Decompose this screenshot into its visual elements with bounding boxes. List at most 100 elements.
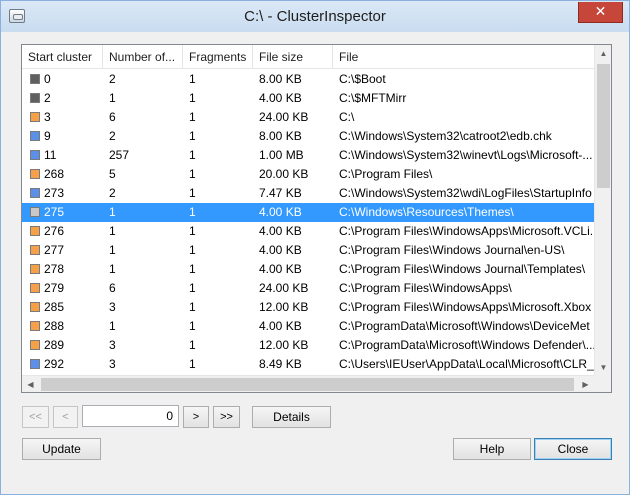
cell-fragments: 1 xyxy=(189,205,196,219)
cell-file: C:\Program Files\Windows Journal\en-US\ xyxy=(339,243,565,257)
cell-number-of: 3 xyxy=(109,357,116,371)
first-page-button[interactable]: << xyxy=(22,406,49,428)
next-page-button[interactable]: > xyxy=(183,406,209,428)
vertical-scrollbar[interactable]: ▲ ▼ xyxy=(594,45,611,376)
cell-number-of: 1 xyxy=(109,243,116,257)
cell-start-cluster: 11 xyxy=(44,148,57,162)
cell-start-cluster: 292 xyxy=(44,357,65,371)
cell-file: C:\Program Files\ xyxy=(339,167,433,181)
cell-number-of: 2 xyxy=(109,129,116,143)
column-header-fragments[interactable]: Fragments xyxy=(183,45,253,69)
cell-start-cluster: 2 xyxy=(44,91,51,105)
cell-number-of: 6 xyxy=(109,281,116,295)
cell-number-of: 1 xyxy=(109,319,116,333)
table-row[interactable]: 11 257 1 1.00 MB C:\Windows\System32\winevt\… xyxy=(22,146,594,165)
cell-fragments: 1 xyxy=(189,319,196,333)
cell-file-size: 4.00 KB xyxy=(259,319,302,333)
cell-start-cluster: 289 xyxy=(44,338,65,352)
cell-number-of: 6 xyxy=(109,110,116,124)
table-row[interactable]: 0 2 1 8.00 KB C:\$Boot xyxy=(22,70,594,89)
cell-file: C:\Program Files\WindowsApps\Microsoft.X… xyxy=(339,300,592,314)
cell-file: C:\Windows\System32\catroot2\edb.chk xyxy=(339,129,552,143)
horizontal-scroll-thumb[interactable] xyxy=(41,378,574,391)
cell-file-size: 24.00 KB xyxy=(259,110,309,124)
table-row[interactable]: 2 1 1 4.00 KB C:\$MFTMirr xyxy=(22,89,594,108)
table-row[interactable]: 277 1 1 4.00 KB C:\Program Files\Windows Jou… xyxy=(22,241,594,260)
cluster-list[interactable]: Start cluster Number of... Fragments Fil… xyxy=(21,44,612,393)
table-row[interactable]: 9 2 1 8.00 KB C:\Windows\System32\catroot2\e… xyxy=(22,127,594,146)
table-row[interactable]: 289 3 1 12.00 KB C:\ProgramData\Microsoft\Wi… xyxy=(22,336,594,355)
cell-start-cluster: 3 xyxy=(44,110,51,124)
cell-number-of: 2 xyxy=(109,186,116,200)
cell-file: C:\Program Files\WindowsApps\Microsoft.V… xyxy=(339,224,594,238)
vertical-scroll-thumb[interactable] xyxy=(597,64,610,188)
scroll-up-icon[interactable]: ▲ xyxy=(595,45,611,62)
scroll-left-icon[interactable]: ◀ xyxy=(22,376,39,392)
cell-file-size: 4.00 KB xyxy=(259,91,302,105)
cell-fragments: 1 xyxy=(189,148,196,162)
cell-file: C:\$MFTMirr xyxy=(339,91,407,105)
table-row[interactable]: 279 6 1 24.00 KB C:\Program Files\WindowsApp… xyxy=(22,279,594,298)
cell-fragments: 1 xyxy=(189,224,196,238)
cluster-inspector-window: C:\ - ClusterInspector ✕ Start cluster N… xyxy=(0,0,630,495)
update-button[interactable]: Update xyxy=(22,438,101,460)
cell-file: C:\Users\IEUser\AppData\Local\Microsoft\… xyxy=(339,357,594,371)
cell-file-size: 4.00 KB xyxy=(259,243,302,257)
cell-number-of: 1 xyxy=(109,91,116,105)
cell-number-of: 1 xyxy=(109,205,116,219)
table-row[interactable]: 292 3 1 8.49 KB C:\Users\IEUser\AppData\Loca… xyxy=(22,355,594,374)
cell-file: C:\Program Files\Windows Journal\Templat… xyxy=(339,262,586,276)
cell-file-size: 4.00 KB xyxy=(259,224,302,238)
help-button[interactable]: Help xyxy=(453,438,531,460)
cell-fragments: 1 xyxy=(189,72,196,86)
cell-fragments: 1 xyxy=(189,167,196,181)
scroll-down-icon[interactable]: ▼ xyxy=(595,359,611,376)
table-row[interactable]: 273 2 1 7.47 KB C:\Windows\System32\wdi\LogF… xyxy=(22,184,594,203)
cell-fragments: 1 xyxy=(189,91,196,105)
details-button[interactable]: Details xyxy=(252,406,331,428)
cell-file: C:\ProgramData\Microsoft\Windows Defende… xyxy=(339,338,594,352)
cell-number-of: 3 xyxy=(109,300,116,314)
column-header-file-size[interactable]: File size xyxy=(253,45,333,69)
cell-start-cluster: 285 xyxy=(44,300,65,314)
cell-file: C:\$Boot xyxy=(339,72,386,86)
window-title: C:\ - ClusterInspector xyxy=(244,8,386,25)
cell-start-cluster: 275 xyxy=(44,205,65,219)
prev-page-button[interactable]: < xyxy=(53,406,78,428)
close-button[interactable]: Close xyxy=(534,438,612,460)
cell-start-cluster: 268 xyxy=(44,167,65,181)
title-bar[interactable]: C:\ - ClusterInspector ✕ xyxy=(1,1,629,32)
cell-file: C:\Program Files\WindowsApps\ xyxy=(339,281,512,295)
cell-start-cluster: 273 xyxy=(44,186,65,200)
table-row[interactable]: 275 1 1 4.00 KB C:\Windows\Resources\Themes\ xyxy=(22,203,594,222)
cell-file: C:\Windows\System32\winevt\Logs\Microsof… xyxy=(339,148,593,162)
column-header-start-cluster[interactable]: Start cluster xyxy=(22,45,103,69)
column-header-number-of[interactable]: Number of... xyxy=(103,45,183,69)
table-row[interactable]: 288 1 1 4.00 KB C:\ProgramData\Microsoft\Win… xyxy=(22,317,594,336)
table-row[interactable]: 276 1 1 4.00 KB C:\Program Files\WindowsApps… xyxy=(22,222,594,241)
cell-fragments: 1 xyxy=(189,281,196,295)
cell-file-size: 8.00 KB xyxy=(259,72,302,86)
list-header: Start cluster Number of... Fragments Fil… xyxy=(22,45,594,69)
cell-file: C:\ xyxy=(339,110,355,124)
window-close-button[interactable]: ✕ xyxy=(578,2,623,23)
table-row[interactable]: 278 1 1 4.00 KB C:\Program Files\Windows Jou… xyxy=(22,260,594,279)
scroll-right-icon[interactable]: ▶ xyxy=(577,376,594,392)
cell-file: C:\ProgramData\Microsoft\Windows\DeviceM… xyxy=(339,319,590,333)
cell-file: C:\Windows\System32\wdi\LogFiles\Startup… xyxy=(339,186,592,200)
cell-start-cluster: 277 xyxy=(44,243,65,257)
page-index-input[interactable]: 0 xyxy=(82,405,179,427)
table-row[interactable]: 3 6 1 24.00 KB C:\ xyxy=(22,108,594,127)
cell-start-cluster: 0 xyxy=(44,72,51,86)
cell-number-of: 5 xyxy=(109,167,116,181)
horizontal-scrollbar[interactable]: ◀ ▶ xyxy=(22,375,594,392)
table-row[interactable]: 285 3 1 12.00 KB C:\Program Files\WindowsApp… xyxy=(22,298,594,317)
cell-fragments: 1 xyxy=(189,300,196,314)
table-row[interactable]: 268 5 1 20.00 KB C:\Program Files\ xyxy=(22,165,594,184)
cell-file-size: 20.00 KB xyxy=(259,167,309,181)
cell-start-cluster: 276 xyxy=(44,224,65,238)
cell-fragments: 1 xyxy=(189,186,196,200)
last-page-button[interactable]: >> xyxy=(213,406,240,428)
cell-number-of: 1 xyxy=(109,262,116,276)
column-header-file[interactable]: File xyxy=(333,45,594,69)
